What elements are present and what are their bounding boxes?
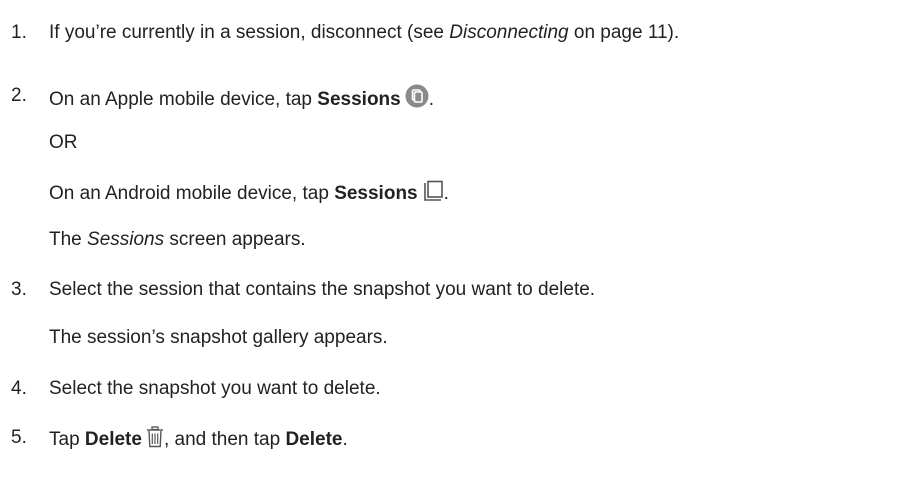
or-separator: OR [49, 132, 78, 153]
step-text: If you’re currently in a session, discon… [49, 21, 679, 45]
step-text-part: The [49, 229, 88, 250]
screen-name: Sessions [87, 229, 165, 250]
step-text-part: . [443, 183, 449, 204]
ui-term-delete: Delete [84, 429, 142, 450]
step-text-part: On an Apple mobile device, tap [49, 89, 318, 110]
step-text-part: , and then tap [163, 429, 286, 450]
step-number: 2. [11, 85, 27, 106]
step-text-part: . [428, 89, 435, 110]
result-text: The session’s snapshot gallery appears. [49, 327, 388, 348]
trash-icon [146, 426, 164, 455]
sessions-outline-icon [422, 180, 444, 209]
step-text-part: If you’re currently in a session, discon… [49, 22, 450, 43]
step-text-part: Tap [49, 429, 85, 450]
step-text-part: screen appears. [164, 229, 306, 250]
ui-term-sessions: Sessions [317, 89, 401, 110]
step-text: Select the session that contains the sna… [49, 279, 596, 300]
sessions-circle-icon [405, 84, 429, 115]
step-text-part: On an Android mobile device, tap [49, 183, 335, 204]
link-disconnecting[interactable]: Disconnecting [449, 22, 568, 43]
step-number: 4. [11, 378, 27, 399]
step-number: 5. [11, 427, 27, 448]
ui-term-sessions: Sessions [334, 183, 418, 204]
step-number: 3. [11, 279, 27, 300]
ui-term-delete: Delete [285, 429, 343, 450]
step-text: On an Apple mobile device, tap Sessions. [49, 84, 434, 115]
step-text-part: on page 11). [568, 22, 680, 43]
step-text: Select the snapshot you want to delete. [49, 378, 381, 399]
android-instruction: On an Android mobile device, tap Session… [49, 180, 449, 209]
step-text-part: . [342, 429, 348, 450]
result-text: The Sessions screen appears. [49, 228, 306, 252]
step-text: Tap Delete, and then tap Delete. [49, 426, 348, 455]
step-number: 1. [11, 22, 27, 43]
